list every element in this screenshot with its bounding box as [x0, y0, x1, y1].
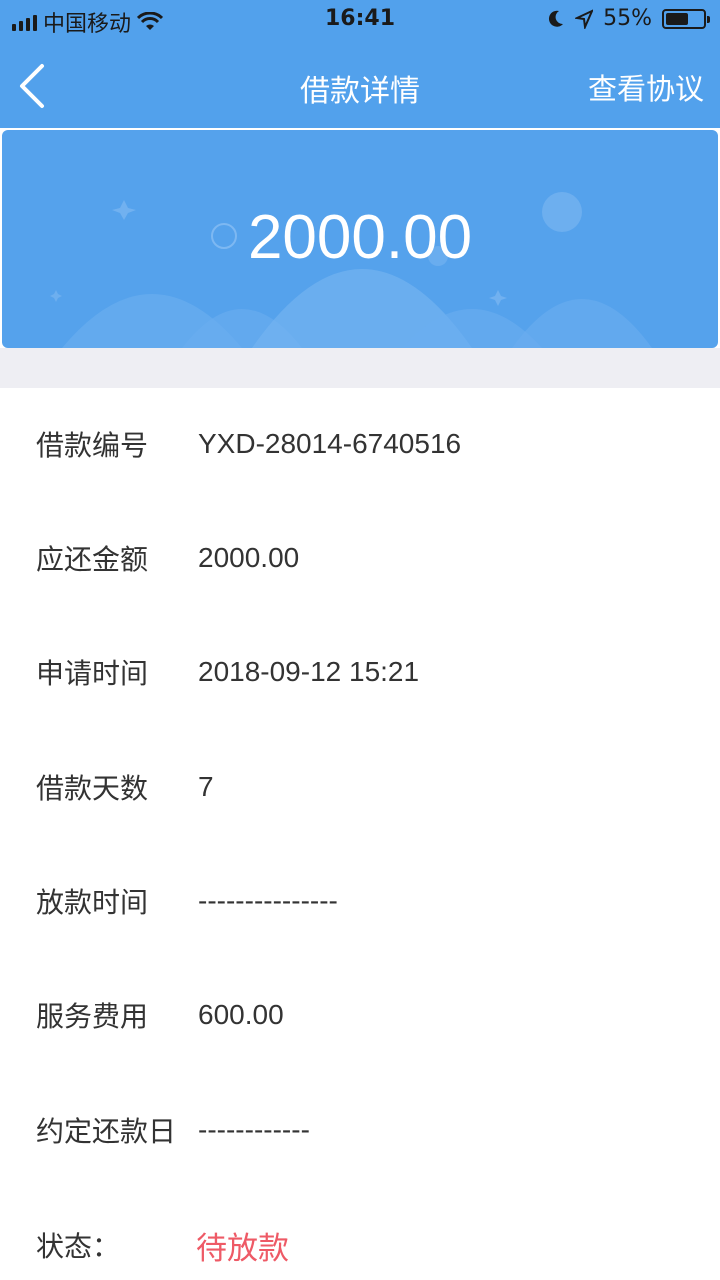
detail-row-disburse-time: 放款时间 --------------- [0, 881, 720, 921]
detail-row-loan-days: 借款天数 7 [0, 767, 720, 807]
view-agreement-button[interactable]: 查看协议 [588, 66, 704, 108]
location-arrow-icon [575, 8, 594, 29]
detail-row-loan-number: 借款编号 YXD-28014-6740516 [0, 424, 720, 464]
detail-value: ------------ [198, 1114, 310, 1145]
loan-amount-banner: 2000.00 [2, 130, 718, 348]
detail-label: 应还金额 [36, 543, 149, 576]
detail-value: 600.00 [198, 999, 284, 1030]
status-label: 状态： [36, 1230, 121, 1263]
detail-row-due-date: 约定还款日 ------------ [0, 1110, 720, 1150]
navigation-bar: 借款详情 查看协议 [0, 40, 720, 128]
detail-label: 申请时间 [36, 657, 149, 690]
detail-value: 2000.00 [198, 542, 300, 573]
battery-percent: 55% [603, 6, 652, 31]
detail-label: 放款时间 [36, 886, 149, 919]
moon-icon [549, 10, 564, 27]
status-right: 55% [547, 6, 710, 31]
detail-row-service-fee: 服务费用 600.00 [0, 995, 720, 1035]
loan-amount: 2000.00 [247, 203, 473, 272]
section-divider [0, 348, 720, 388]
detail-row-status: 状态： 待放款 [0, 1225, 720, 1267]
detail-row-apply-time: 申请时间 2018-09-12 15:21 [0, 652, 720, 692]
detail-label: 服务费用 [36, 1000, 149, 1033]
detail-value: 2018-09-12 15:21 [198, 656, 420, 687]
status-value: 待放款 [196, 1230, 289, 1267]
status-bar: 中国移动 16:41 55% [0, 0, 720, 40]
top-bar: 中国移动 16:41 55% 借款详情 查看协议 [0, 0, 720, 128]
detail-row-repay-amount: 应还金额 2000.00 [0, 538, 720, 578]
detail-label: 借款天数 [36, 772, 149, 805]
detail-label: 约定还款日 [36, 1115, 177, 1148]
detail-value: 7 [198, 771, 214, 802]
detail-value: YXD-28014-6740516 [198, 428, 462, 459]
detail-label: 借款编号 [36, 429, 149, 462]
battery-icon [662, 8, 710, 29]
detail-value: --------------- [198, 885, 338, 916]
